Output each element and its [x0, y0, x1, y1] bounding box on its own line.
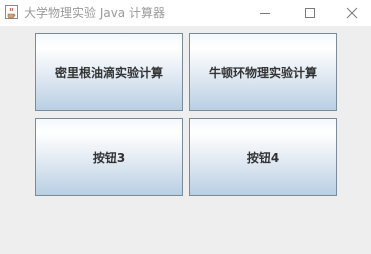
close-icon [346, 4, 358, 23]
button-4[interactable]: 按钮4 [189, 118, 337, 196]
button-label: 按钮3 [92, 150, 126, 165]
maximize-icon [304, 4, 316, 23]
button-label: 牛顿环物理实验计算 [208, 65, 317, 80]
title-bar[interactable]: 大学物理实验 Java 计算器 [0, 0, 371, 26]
app-window: 大学物理实验 Java 计算器 密里根油滴实验计算 牛顿环物理实验计算 按钮3 … [0, 0, 371, 254]
button-3[interactable]: 按钮3 [35, 118, 183, 196]
newton-rings-button[interactable]: 牛顿环物理实验计算 [189, 33, 337, 111]
button-label: 密里根油滴实验计算 [54, 65, 163, 80]
maximize-button[interactable] [287, 0, 333, 26]
content-panel: 密里根油滴实验计算 牛顿环物理实验计算 按钮3 按钮4 [0, 26, 371, 254]
minimize-button[interactable] [242, 0, 288, 26]
close-button[interactable] [333, 0, 371, 26]
window-title: 大学物理实验 Java 计算器 [24, 6, 165, 20]
millikan-oil-drop-button[interactable]: 密里根油滴实验计算 [35, 33, 183, 111]
button-label: 按钮4 [246, 150, 280, 165]
minimize-icon [259, 4, 271, 23]
java-cup-icon [4, 4, 19, 20]
